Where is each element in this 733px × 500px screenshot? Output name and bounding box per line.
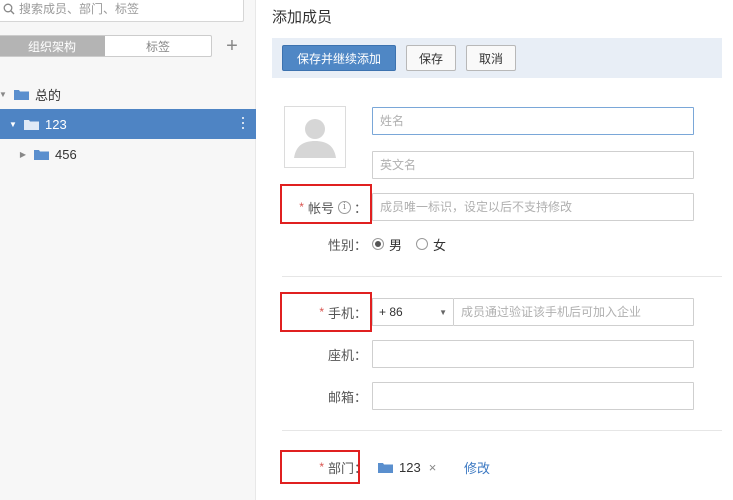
tree-item-456[interactable]: ▶ 456 — [0, 139, 256, 169]
search-icon — [3, 3, 15, 15]
country-code-value: + 86 — [379, 305, 403, 319]
folder-icon — [14, 89, 29, 100]
add-plus-button[interactable]: + — [222, 35, 242, 57]
modify-department-link[interactable]: 修改 — [464, 455, 490, 479]
cancel-button[interactable]: 取消 — [466, 45, 516, 71]
highlight-box-mobile — [280, 292, 372, 332]
gender-male-label[interactable]: 男 — [389, 235, 402, 254]
english-name-field[interactable] — [372, 151, 694, 179]
tree-item-label: 456 — [55, 146, 77, 162]
mobile-field[interactable] — [453, 298, 694, 326]
highlight-box-department — [280, 450, 360, 484]
user-placeholder-icon — [294, 119, 336, 158]
divider — [282, 276, 722, 277]
toolbar: 保存并继续添加 保存 取消 — [272, 38, 722, 78]
account-field[interactable] — [372, 193, 694, 221]
folder-icon — [24, 119, 39, 130]
folder-icon — [34, 149, 49, 160]
gender-label: 性别： — [327, 237, 367, 253]
sidebar: 组织架构 标签 + ▼ 总的 ▼ 123 ▶ 456 — [0, 0, 256, 500]
search-input[interactable] — [19, 2, 219, 16]
landline-field[interactable] — [372, 340, 694, 368]
email-field[interactable] — [372, 382, 694, 410]
avatar[interactable] — [284, 106, 346, 168]
tab-org-structure[interactable]: 组织架构 — [0, 36, 105, 56]
caret-right-icon[interactable]: ▶ — [18, 150, 28, 159]
sidebar-tabs: 组织架构 标签 — [0, 35, 212, 57]
name-field[interactable] — [372, 107, 694, 135]
main-panel: 添加成员 保存并继续添加 保存 取消 * 帐号 i ： 性别： 男 女 * 手机… — [272, 0, 733, 500]
save-button[interactable]: 保存 — [406, 45, 456, 71]
save-and-continue-button[interactable]: 保存并继续添加 — [282, 45, 396, 71]
caret-down-icon[interactable]: ▼ — [0, 90, 8, 99]
department-value: 123 — [399, 459, 421, 475]
more-options-icon[interactable] — [242, 117, 244, 129]
department-chip: 123 × — [372, 455, 436, 479]
email-label: 邮箱： — [327, 389, 367, 405]
tree-item-123[interactable]: ▼ 123 — [0, 109, 256, 139]
gender-radio-group: 男 女 — [372, 234, 460, 254]
dropdown-arrow-icon[interactable]: ▼ — [439, 308, 447, 317]
tree-item-root[interactable]: ▼ 总的 — [0, 79, 256, 109]
country-code-select[interactable]: + 86 ▼ — [372, 298, 453, 326]
page-title: 添加成员 — [272, 9, 333, 26]
tree-item-label: 总的 — [35, 87, 62, 103]
tree-item-label: 123 — [45, 116, 67, 132]
highlight-box-account — [280, 184, 372, 224]
gender-female-label[interactable]: 女 — [433, 235, 446, 254]
search-box[interactable] — [0, 0, 244, 22]
gender-female-radio[interactable] — [416, 238, 429, 250]
folder-icon — [378, 462, 393, 473]
gender-male-radio[interactable] — [372, 238, 384, 250]
landline-label: 座机： — [327, 347, 367, 363]
caret-down-icon[interactable]: ▼ — [8, 120, 18, 129]
divider — [282, 430, 722, 431]
remove-department-icon[interactable]: × — [429, 460, 437, 475]
tab-tags[interactable]: 标签 — [105, 36, 211, 56]
